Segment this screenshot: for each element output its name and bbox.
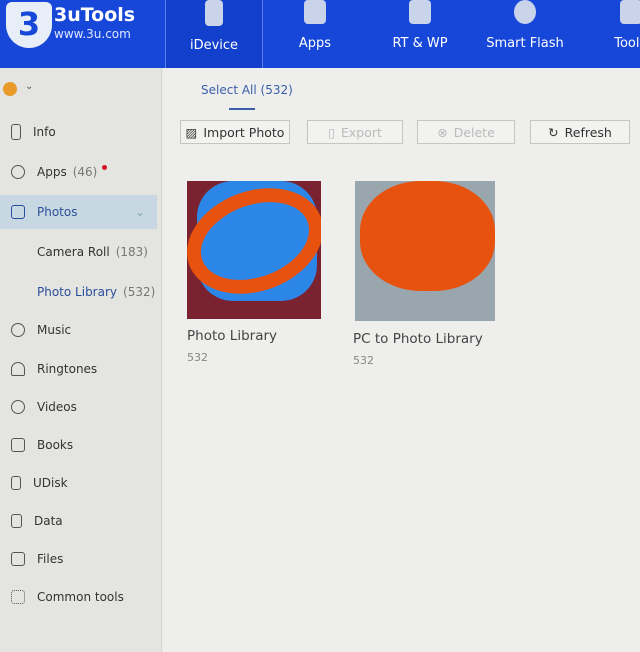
album-title: Photo Library [187, 328, 278, 344]
apps-cube-icon [304, 0, 326, 24]
sidebar-item-apps[interactable]: Apps (46) [0, 155, 157, 189]
refresh-shield-icon [514, 0, 536, 24]
sidebar-item-photos[interactable]: Photos ⌄ [0, 195, 157, 229]
refresh-button[interactable]: ↻ Refresh [530, 120, 630, 144]
apps-icon [11, 165, 25, 179]
refresh-icon: ↻ [548, 124, 559, 140]
nav-idevice[interactable]: iDevice [165, 0, 263, 68]
app-name: 3uTools [54, 4, 136, 26]
toolbox-icon [620, 0, 640, 24]
app-logo: 3 [6, 2, 52, 48]
top-bar: 3 3uTools www.3u.com iDevice Apps RT & W… [0, 0, 640, 68]
export-icon: ▯ [328, 124, 335, 140]
scribble-orange [360, 181, 495, 291]
sidebar-item-music[interactable]: Music [0, 313, 157, 347]
music-note-icon [409, 0, 431, 24]
nav-smart-flash[interactable]: Smart Flash [480, 0, 570, 68]
nav-apps[interactable]: Apps [275, 0, 355, 68]
delete-button[interactable]: ⊗ Delete [417, 120, 515, 144]
music-disc-icon [11, 323, 25, 337]
notification-dot [102, 164, 108, 170]
album-count: 532 [187, 351, 208, 364]
bell-icon [11, 362, 25, 376]
tab-underline [229, 108, 255, 110]
chevron-down-icon[interactable]: ⌄ [25, 81, 33, 92]
export-button[interactable]: ▯ Export [307, 120, 403, 144]
chevron-down-icon: ⌄ [134, 205, 145, 219]
main-content: Select All (532) ▨ Import Photo ▯ Export ⊗… [163, 68, 640, 652]
app-url: www.3u.com [54, 27, 131, 41]
phone-icon [205, 0, 223, 26]
nav-rt-wp[interactable]: RT & WP [380, 0, 460, 68]
delete-circle-icon: ⊗ [437, 124, 448, 140]
image-icon [11, 205, 25, 219]
grid-icon [11, 590, 25, 604]
sidebar-sub-camera-roll[interactable]: Camera Roll (183) [37, 245, 148, 259]
book-icon [11, 438, 25, 452]
sidebar-item-common-tools[interactable]: Common tools [0, 580, 157, 614]
usb-icon [11, 476, 21, 490]
sidebar-sub-photo-library[interactable]: Photo Library (532) [37, 285, 155, 299]
import-image-icon: ▨ [185, 124, 198, 140]
sidebar-item-files[interactable]: Files [0, 542, 157, 576]
sidebar-item-books[interactable]: Books [0, 428, 157, 462]
select-all-tab[interactable]: Select All (532) [201, 83, 293, 97]
document-icon [11, 514, 22, 528]
sidebar-item-udisk[interactable]: UDisk [0, 466, 157, 500]
sidebar-item-ringtones[interactable]: Ringtones [0, 352, 157, 386]
sidebar-item-videos[interactable]: Videos [0, 390, 157, 424]
album-thumbnail-photo-library[interactable] [187, 181, 321, 319]
phone-icon [11, 124, 21, 140]
album-thumbnail-pc-to-photo-library[interactable] [355, 181, 495, 321]
folder-icon [11, 552, 25, 566]
sidebar-item-data[interactable]: Data [0, 504, 157, 538]
sidebar: ⌄ Info Apps (46) Photos ⌄ Camera Roll (183)… [0, 68, 162, 652]
device-avatar[interactable] [3, 82, 17, 96]
sidebar-item-info[interactable]: Info [0, 115, 157, 149]
play-circle-icon [11, 400, 25, 414]
album-title: PC to Photo Library [353, 331, 483, 347]
nav-toolbox[interactable]: Toolb [606, 0, 640, 68]
album-count: 532 [353, 354, 374, 367]
import-photo-button[interactable]: ▨ Import Photo [180, 120, 290, 144]
